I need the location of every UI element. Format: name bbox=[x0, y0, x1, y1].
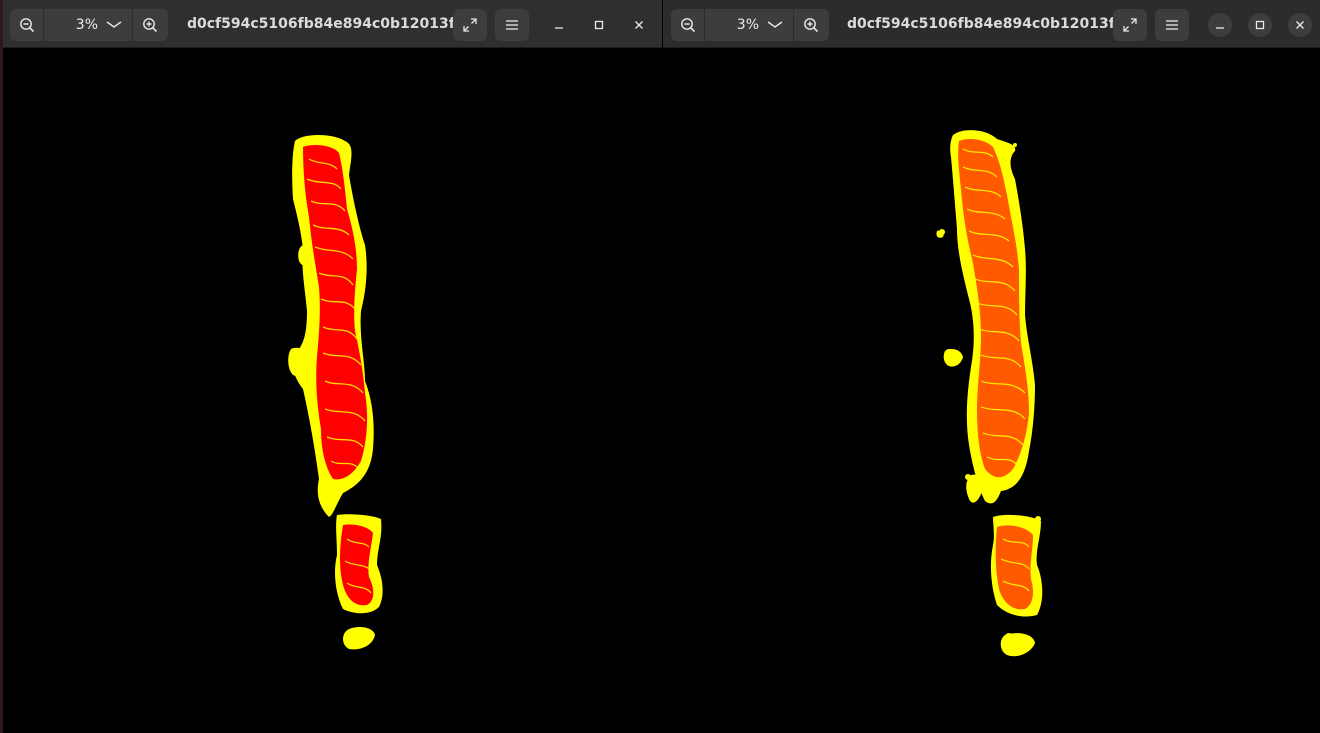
zoom-level-value: 3% bbox=[75, 17, 98, 33]
chevron-down-icon bbox=[767, 21, 783, 28]
image-canvas[interactable] bbox=[3, 49, 662, 733]
close-icon bbox=[1296, 21, 1304, 29]
minimize-button[interactable] bbox=[1208, 13, 1232, 37]
menu-icon bbox=[506, 20, 518, 30]
zoom-in-icon bbox=[142, 18, 157, 33]
fullscreen-button[interactable] bbox=[1113, 9, 1147, 41]
minimize-icon bbox=[1216, 27, 1224, 29]
zoom-in-button[interactable] bbox=[793, 9, 827, 41]
tissue-mask-image bbox=[936, 130, 1043, 657]
zoom-level-dropdown[interactable]: 3% bbox=[44, 9, 132, 41]
zoom-out-button[interactable] bbox=[671, 9, 705, 41]
tissue-mask-image bbox=[288, 135, 383, 650]
zoom-level-dropdown[interactable]: 3% bbox=[705, 9, 793, 41]
fullscreen-icon bbox=[1123, 18, 1137, 32]
close-button[interactable] bbox=[1288, 13, 1312, 37]
zoom-control: 3% bbox=[671, 9, 829, 41]
close-icon bbox=[635, 21, 643, 29]
zoom-out-button[interactable] bbox=[10, 9, 44, 41]
zoom-control: 3% bbox=[10, 9, 168, 41]
headerbar: 3% d0cf594c5106fb84e894c0b12013f... bbox=[3, 0, 662, 48]
headerbar: 3% d0cf594c5106fb84e894c0b12013f... bbox=[663, 0, 1320, 48]
zoom-out-icon bbox=[19, 18, 34, 33]
main-menu-button[interactable] bbox=[1155, 9, 1189, 41]
fullscreen-button[interactable] bbox=[453, 9, 487, 41]
maximize-icon bbox=[1255, 20, 1265, 30]
main-menu-button[interactable] bbox=[495, 9, 529, 41]
maximize-button[interactable] bbox=[1248, 13, 1272, 37]
maximize-button[interactable] bbox=[587, 13, 611, 37]
menu-icon bbox=[1166, 20, 1178, 30]
zoom-level-value: 3% bbox=[736, 17, 759, 33]
image-viewer-window-right: 3% d0cf594c5106fb84e894c0b12013f... bbox=[663, 0, 1320, 733]
fullscreen-icon bbox=[463, 18, 477, 32]
chevron-down-icon bbox=[106, 21, 122, 28]
zoom-in-icon bbox=[803, 18, 818, 33]
close-button[interactable] bbox=[627, 13, 651, 37]
minimize-icon bbox=[555, 27, 563, 29]
maximize-icon bbox=[594, 20, 604, 30]
image-filename-title: d0cf594c5106fb84e894c0b12013f... bbox=[847, 16, 1131, 32]
zoom-out-icon bbox=[680, 18, 695, 33]
minimize-button[interactable] bbox=[547, 13, 571, 37]
image-filename-title: d0cf594c5106fb84e894c0b12013f... bbox=[187, 16, 471, 32]
zoom-in-button[interactable] bbox=[132, 9, 166, 41]
image-viewer-window-left: 3% d0cf594c5106fb84e894c0b12013f... bbox=[0, 0, 662, 733]
image-canvas[interactable] bbox=[663, 49, 1320, 733]
